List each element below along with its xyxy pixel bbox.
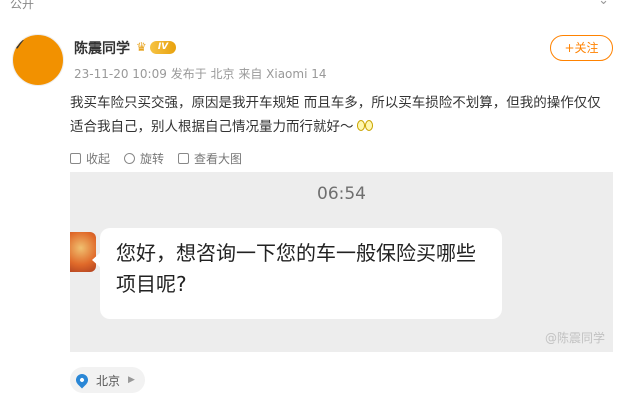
collect-label: 收起 [86,151,111,166]
zoom-icon [178,152,190,164]
follow-button[interactable]: +关注 [550,35,613,61]
post-meta: 23-11-20 10:09 发布于 北京 来自 Xiaomi 14 [74,65,327,82]
chat-time: 06:54 [317,184,366,204]
view-large-button[interactable]: 查看大图 [178,150,242,167]
image-actions: 收起 旋转 查看大图 [70,148,256,168]
view-large-label: 查看大图 [194,151,243,166]
location-pin-icon [73,371,91,389]
level-badge: IV [150,41,176,54]
post-body: 我买车险只买交强，原因是我开车规矩 而且车多，所以买车损险不划算，但我的操作仅仅… [70,95,601,135]
rotate-label: 旋转 [140,151,165,166]
chat-bubble: 您好，想咨询一下您的车一般保险买哪些项目呢? [100,228,502,319]
collapse-icon [70,152,81,164]
crown-icon: ♛ [136,40,147,54]
post-text: 我买车险只买交强，原因是我开车规矩 而且车多，所以买车损险不划算，但我的操作仅仅… [70,91,610,139]
verified-icon: ✓ [12,34,64,86]
post-source: 发布于 北京 来自 Xiaomi 14 [170,67,327,81]
post-timestamp: 23-11-20 10:09 [74,67,167,81]
location-tag[interactable]: 北京 ▶ [70,367,145,393]
chevron-right-icon: ▶ [128,375,135,385]
visibility-bar: 公开 ⌄ [0,0,621,14]
visibility-label: 公开 [10,0,35,11]
rotate-icon [124,152,136,164]
collect-button[interactable]: 收起 [70,150,110,167]
author-name[interactable]: 陈震同学 [74,38,130,58]
location-label: 北京 [96,373,121,388]
image-watermark: @陈震同学 [544,331,605,345]
post-image[interactable]: 06:54 您好，想咨询一下您的车一般保险买哪些项目呢? @陈震同学 [70,172,613,352]
glasses-emoji-icon [356,119,374,133]
chevron-down-icon[interactable]: ⌄ [598,0,609,8]
rotate-button[interactable]: 旋转 [124,150,164,167]
